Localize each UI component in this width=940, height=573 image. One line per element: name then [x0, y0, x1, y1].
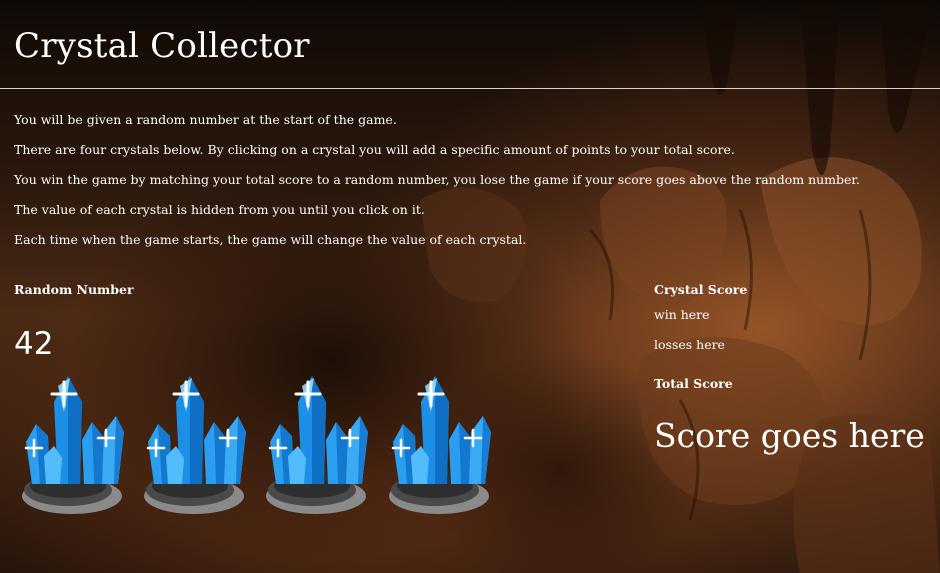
- instruction-line: Each time when the game starts, the game…: [14, 232, 527, 247]
- blue-crystal-icon: [22, 376, 124, 514]
- losses-text: losses here: [654, 337, 725, 352]
- instruction-line: You win the game by matching your total …: [14, 172, 860, 187]
- crystal-button-2[interactable]: [140, 372, 248, 518]
- crystal-button-1[interactable]: [18, 372, 126, 518]
- instruction-line: There are four crystals below. By clicki…: [14, 142, 735, 157]
- total-score-value: Score goes here: [654, 416, 925, 455]
- crystal-button-4[interactable]: [385, 372, 493, 518]
- title-divider: [0, 88, 940, 89]
- instruction-line: The value of each crystal is hidden from…: [14, 202, 425, 217]
- total-score-label: Total Score: [654, 376, 733, 391]
- crystal-score-label: Crystal Score: [654, 282, 748, 297]
- crystal-button-3[interactable]: [262, 372, 370, 518]
- instruction-line: You will be given a random number at the…: [14, 112, 397, 127]
- blue-crystal-icon: [144, 376, 246, 514]
- random-number-label: Random Number: [14, 282, 134, 297]
- page-title: Crystal Collector: [14, 26, 310, 66]
- game-container: Crystal Collector You will be given a ra…: [0, 0, 940, 573]
- blue-crystal-icon: [389, 376, 491, 514]
- blue-crystal-icon: [266, 376, 368, 514]
- random-number-value: 42: [14, 326, 54, 362]
- wins-text: win here: [654, 307, 710, 322]
